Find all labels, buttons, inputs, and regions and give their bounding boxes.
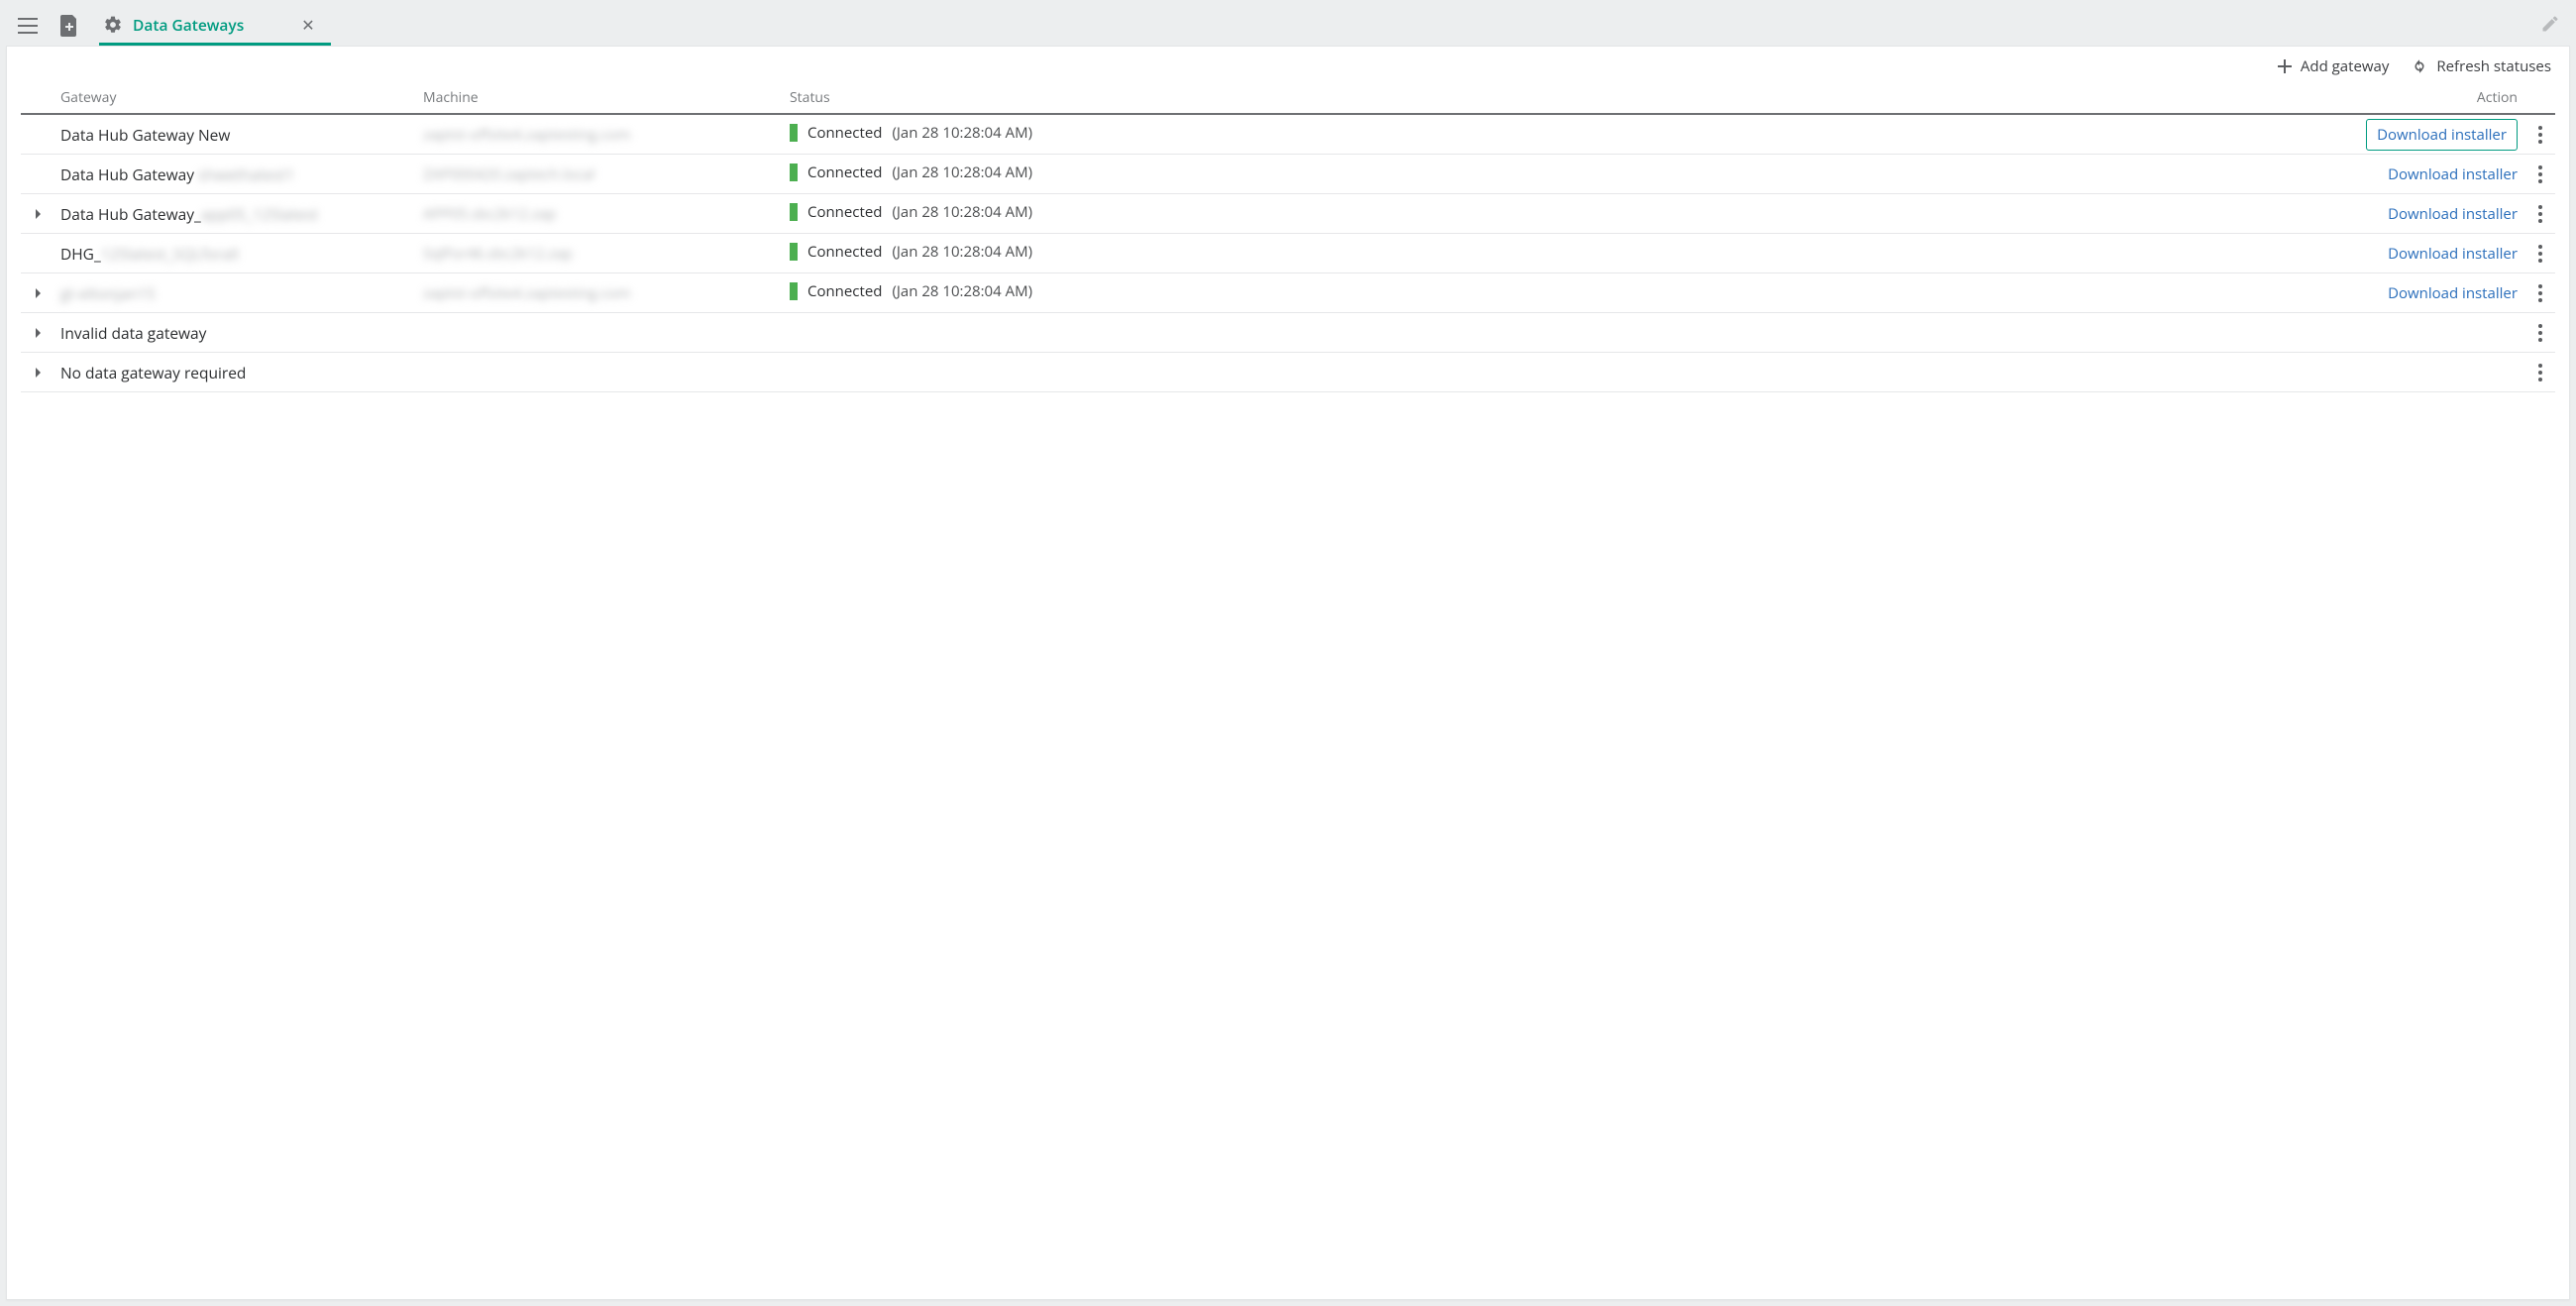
status-indicator-icon xyxy=(790,163,798,181)
main-panel: Add gateway Refresh statuses Gateway Mac… xyxy=(6,46,2570,1300)
table-row: Data Hub Gateway New zaptst-offsite4.zapt… xyxy=(21,115,2555,155)
gateway-name-suffix: 125latest_SQLforall xyxy=(101,243,239,265)
table-row: No data gateway required xyxy=(21,353,2555,392)
table-row: gt-eltonjan15 zaptst-offsite4.zaptesting.… xyxy=(21,273,2555,313)
status-timestamp: (Jan 28 10:28:04 AM) xyxy=(892,202,1032,222)
machine-name: APP05.sbc2k12.zap xyxy=(423,204,556,224)
status-cell: Connected (Jan 28 10:28:04 AM) xyxy=(790,281,2327,305)
status-timestamp: (Jan 28 10:28:04 AM) xyxy=(892,163,1032,182)
status-label: Connected xyxy=(807,123,882,143)
status-cell: Connected (Jan 28 10:28:04 AM) xyxy=(790,242,2327,266)
status-cell: Connected (Jan 28 10:28:04 AM) xyxy=(790,202,2327,226)
action-cell: Download installer xyxy=(2327,164,2525,184)
topbar: Data Gateways ✕ xyxy=(6,6,2570,46)
pencil-icon[interactable] xyxy=(2536,10,2564,43)
machine-name: SqlFor46.sbc2k12.zap xyxy=(423,244,573,264)
row-menu-icon[interactable] xyxy=(2525,245,2555,263)
gear-icon xyxy=(103,15,123,35)
expand-toggle[interactable] xyxy=(21,367,56,379)
machine-name: ZAP000420.zaptech.local xyxy=(423,164,594,184)
row-menu-icon[interactable] xyxy=(2525,126,2555,144)
refresh-statuses-label: Refresh statuses xyxy=(2436,56,2551,76)
machine-name: zaptst-offsite4.zaptesting.com xyxy=(423,283,631,303)
table-row: DHG_125latest_SQLforallSqlFor46.sbc2k12.… xyxy=(21,234,2555,273)
status-label: Connected xyxy=(807,163,882,182)
download-installer-link[interactable]: Download installer xyxy=(2388,283,2518,303)
status-indicator-icon xyxy=(790,124,798,142)
gateway-name: No data gateway required xyxy=(60,362,246,383)
status-label: Connected xyxy=(807,281,882,301)
app-root: Data Gateways ✕ Add gateway Refresh stat… xyxy=(0,0,2576,1306)
gateway-name-suffix: gt-eltonjan15 xyxy=(60,282,156,304)
gateway-name-cell: Invalid data gateway xyxy=(56,322,423,344)
panel-actions: Add gateway Refresh statuses xyxy=(7,47,2569,82)
gateway-name: DHG_ xyxy=(60,243,101,265)
expand-toggle[interactable] xyxy=(21,327,56,339)
download-installer-link[interactable]: Download installer xyxy=(2388,204,2518,224)
table-header: Gateway Machine Status Action xyxy=(21,82,2555,115)
table-body: Data Hub Gateway New zaptst-offsite4.zapt… xyxy=(21,115,2555,392)
tab-data-gateways[interactable]: Data Gateways ✕ xyxy=(99,6,331,46)
gateway-name-cell: gt-eltonjan15 xyxy=(56,282,423,304)
download-installer-link[interactable]: Download installer xyxy=(2388,244,2518,264)
status-timestamp: (Jan 28 10:28:04 AM) xyxy=(892,242,1032,262)
gateway-name-cell: Data Hub Gateway_app05_125latest xyxy=(56,203,423,225)
machine-cell: SqlFor46.sbc2k12.zap xyxy=(423,244,790,264)
col-header-gateway: Gateway xyxy=(56,88,423,107)
gateway-name-cell: No data gateway required xyxy=(56,362,423,383)
action-cell: Download installer xyxy=(2327,244,2525,264)
action-cell: Download installer xyxy=(2327,125,2525,145)
col-header-status: Status xyxy=(790,88,2327,107)
table-row: Data Hub Gateway shwethatest1ZAP000420.z… xyxy=(21,155,2555,194)
table-row: Invalid data gateway xyxy=(21,313,2555,353)
machine-cell: zaptst-offsite4.zaptesting.com xyxy=(423,125,790,145)
col-header-machine: Machine xyxy=(423,88,790,107)
gateway-name-suffix: app05_125latest xyxy=(201,203,318,225)
action-cell: Download installer xyxy=(2327,283,2525,303)
gateway-name-cell: Data Hub Gateway shwethatest1 xyxy=(56,163,423,185)
hamburger-menu-icon[interactable] xyxy=(12,10,44,42)
gateway-name-suffix: shwethatest1 xyxy=(198,163,294,185)
refresh-statuses-button[interactable]: Refresh statuses xyxy=(2411,56,2551,76)
col-header-action: Action xyxy=(2327,88,2525,107)
machine-cell: zaptst-offsite4.zaptesting.com xyxy=(423,283,790,303)
machine-cell: ZAP000420.zaptech.local xyxy=(423,164,790,184)
refresh-icon xyxy=(2411,57,2428,75)
status-cell: Connected (Jan 28 10:28:04 AM) xyxy=(790,123,2327,147)
new-file-icon[interactable] xyxy=(54,10,85,42)
row-menu-icon[interactable] xyxy=(2525,284,2555,302)
expand-toggle[interactable] xyxy=(21,287,56,299)
row-menu-icon[interactable] xyxy=(2525,364,2555,381)
machine-name: zaptst-offsite4.zaptesting.com xyxy=(423,125,631,145)
action-cell: Download installer xyxy=(2327,204,2525,224)
download-installer-link[interactable]: Download installer xyxy=(2366,119,2518,151)
status-indicator-icon xyxy=(790,243,798,261)
row-menu-icon[interactable] xyxy=(2525,205,2555,223)
download-installer-link[interactable]: Download installer xyxy=(2388,164,2518,184)
status-timestamp: (Jan 28 10:28:04 AM) xyxy=(892,281,1032,301)
table-row: Data Hub Gateway_app05_125latestAPP05.sb… xyxy=(21,194,2555,234)
tab-label: Data Gateways xyxy=(133,14,244,36)
gateway-name: Data Hub Gateway New xyxy=(60,124,230,146)
row-menu-icon[interactable] xyxy=(2525,165,2555,183)
close-icon[interactable]: ✕ xyxy=(295,12,320,38)
machine-cell: APP05.sbc2k12.zap xyxy=(423,204,790,224)
gateway-name: Data Hub Gateway xyxy=(60,163,198,185)
add-gateway-label: Add gateway xyxy=(2301,56,2389,76)
gateway-name-cell: DHG_125latest_SQLforall xyxy=(56,243,423,265)
status-timestamp: (Jan 28 10:28:04 AM) xyxy=(892,123,1032,143)
gateway-name-cell: Data Hub Gateway New xyxy=(56,124,423,146)
add-gateway-button[interactable]: Add gateway xyxy=(2277,56,2389,76)
row-menu-icon[interactable] xyxy=(2525,324,2555,342)
status-cell: Connected (Jan 28 10:28:04 AM) xyxy=(790,163,2327,186)
status-label: Connected xyxy=(807,242,882,262)
plus-icon xyxy=(2277,58,2293,74)
status-label: Connected xyxy=(807,202,882,222)
expand-toggle[interactable] xyxy=(21,208,56,220)
status-indicator-icon xyxy=(790,282,798,300)
gateway-name: Data Hub Gateway_ xyxy=(60,203,201,225)
gateways-table: Gateway Machine Status Action Data Hub G… xyxy=(7,82,2569,392)
gateway-name: Invalid data gateway xyxy=(60,322,206,344)
status-indicator-icon xyxy=(790,203,798,221)
